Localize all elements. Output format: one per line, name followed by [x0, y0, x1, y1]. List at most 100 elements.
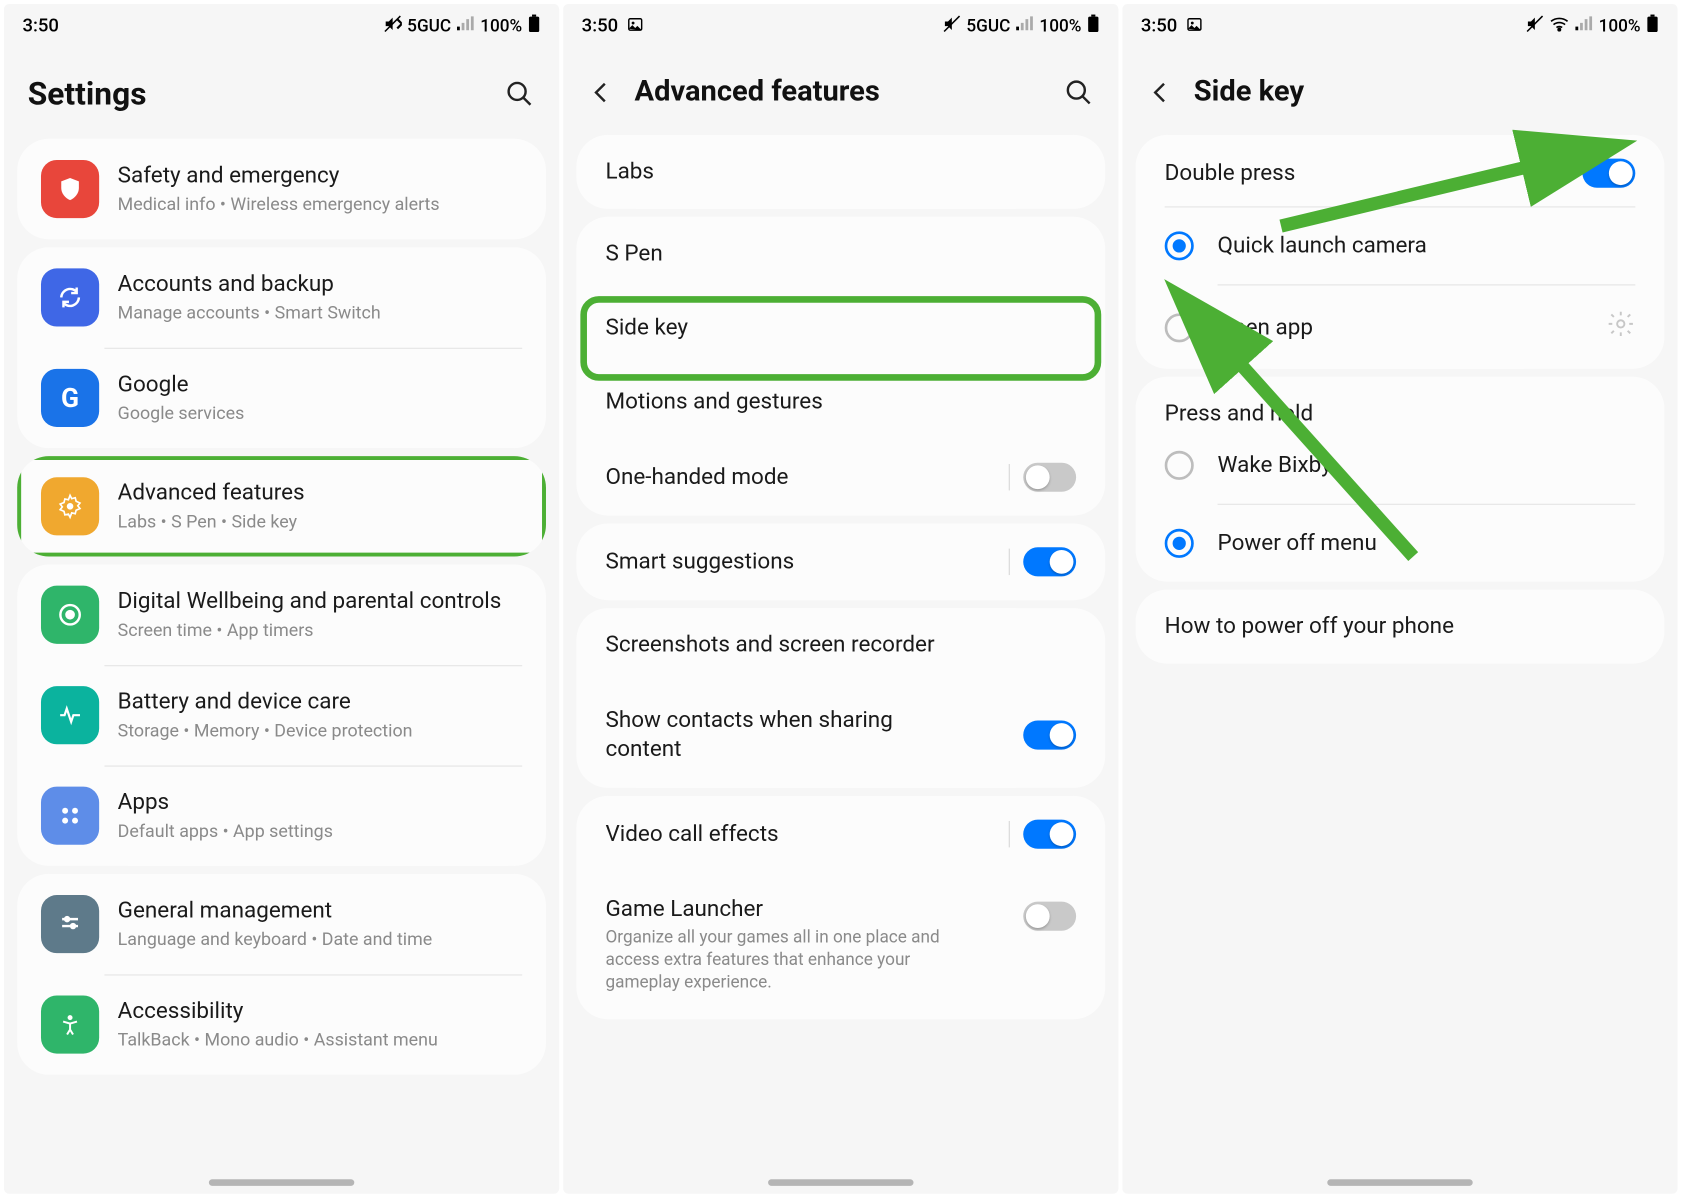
battery-icon: [1087, 15, 1100, 39]
status-time: 3:50: [22, 16, 58, 37]
status-bar: 3:50 5GUC 100%: [4, 4, 559, 49]
option-open-app[interactable]: Open app: [1136, 286, 1665, 369]
item-sub: Google services: [118, 403, 523, 426]
card: Digital Wellbeing and parental controls …: [17, 564, 546, 865]
card: Safety and emergency Medical info • Wire…: [17, 139, 546, 239]
status-right: 100%: [1526, 15, 1659, 39]
option-quick-launch-camera[interactable]: Quick launch camera: [1136, 208, 1665, 285]
google-icon: G: [41, 369, 99, 427]
item-sub: Medical info • Wireless emergency alerts: [118, 194, 523, 217]
item-advanced-features[interactable]: Advanced features Labs • S Pen • Side ke…: [17, 456, 546, 556]
header-label: Double press: [1165, 160, 1296, 186]
radio-power-off[interactable]: [1165, 529, 1194, 558]
mute-icon: [383, 15, 402, 39]
item-sidekey[interactable]: Side key: [576, 291, 1105, 365]
page-title: Side key: [1194, 75, 1654, 108]
status-bar: 3:50 100%: [1122, 4, 1677, 49]
screen-advanced-features: 3:50 5GUC 100% Advanced features Labs S: [563, 4, 1118, 1194]
network-label: 5GUC: [966, 17, 1010, 37]
header: Side key: [1122, 49, 1677, 127]
option-power-off[interactable]: Power off menu: [1136, 505, 1665, 582]
row-label: One-handed mode: [605, 464, 788, 490]
divider: [1009, 821, 1010, 847]
target-icon: [41, 586, 99, 644]
battery-icon: [527, 15, 540, 39]
option-label: Power off menu: [1218, 530, 1377, 556]
card: Video call effects Game Launcher Organiz…: [576, 796, 1105, 1019]
item-google[interactable]: G Google Google services: [17, 348, 546, 448]
item-title: Digital Wellbeing and parental controls: [118, 587, 523, 616]
row-label: Motions and gestures: [605, 389, 822, 415]
divider: [1009, 464, 1010, 490]
row-label: Smart suggestions: [605, 549, 794, 575]
card: Advanced features Labs • S Pen • Side ke…: [17, 456, 546, 556]
double-press-header[interactable]: Double press: [1136, 135, 1665, 198]
item-title: Advanced features: [118, 478, 523, 507]
mute-icon: [1526, 15, 1545, 39]
item-show-contacts[interactable]: Show contacts when sharing content: [576, 682, 1105, 788]
battery-label: 100%: [1039, 17, 1081, 37]
network-label: 5GUC: [407, 17, 451, 37]
search-icon[interactable]: [1063, 76, 1095, 108]
nav-hint: [209, 1179, 354, 1186]
item-battery[interactable]: Battery and device care Storage • Memory…: [17, 665, 546, 765]
item-accessibility[interactable]: Accessibility TalkBack • Mono audio • As…: [17, 974, 546, 1074]
item-video-effects[interactable]: Video call effects: [576, 796, 1105, 873]
item-spen[interactable]: S Pen: [576, 217, 1105, 291]
item-title: General management: [118, 896, 523, 925]
item-motions[interactable]: Motions and gestures: [576, 365, 1105, 439]
card: S Pen Side key Motions and gestures One-…: [576, 217, 1105, 516]
row-label: Video call effects: [605, 821, 778, 847]
item-title: Accessibility: [118, 996, 523, 1025]
item-smart-suggestions[interactable]: Smart suggestions: [576, 524, 1105, 601]
item-safety[interactable]: Safety and emergency Medical info • Wire…: [17, 139, 546, 239]
nav-hint: [768, 1179, 913, 1186]
row-sub: Organize all your games all in one place…: [605, 929, 975, 996]
gear-icon: [41, 477, 99, 535]
toggle-show-contacts[interactable]: [1023, 721, 1076, 750]
header-label: Press and hold: [1165, 401, 1313, 427]
item-onehanded[interactable]: One-handed mode: [576, 439, 1105, 516]
back-button[interactable]: [1146, 77, 1175, 106]
item-title: Safety and emergency: [118, 161, 523, 190]
toggle-video-effects[interactable]: [1023, 820, 1076, 849]
item-title: Battery and device care: [118, 687, 523, 716]
toggle-smart-suggestions[interactable]: [1023, 547, 1076, 576]
toggle-double-press[interactable]: [1582, 159, 1635, 188]
person-icon: [41, 995, 99, 1053]
radio-wake-bixby[interactable]: [1165, 451, 1194, 480]
item-how-to-power-off[interactable]: How to power off your phone: [1136, 590, 1665, 664]
item-title: Google: [118, 370, 523, 399]
screen-sidekey: 3:50 100% Side key Double press: [1122, 4, 1677, 1194]
signal-icon: [1575, 16, 1594, 37]
gear-icon[interactable]: [1606, 309, 1635, 345]
screen-settings: 3:50 5GUC 100% Settings: [4, 4, 559, 1194]
row-label: Game Launcher: [605, 897, 1010, 925]
option-wake-bixby[interactable]: Wake Bixby: [1136, 443, 1665, 504]
item-screenshots[interactable]: Screenshots and screen recorder: [576, 608, 1105, 682]
header: Advanced features: [563, 49, 1118, 127]
toggle-onehanded[interactable]: [1023, 463, 1076, 492]
divider: [1009, 549, 1010, 575]
sync-icon: [41, 268, 99, 326]
radio-quick-launch[interactable]: [1165, 231, 1194, 260]
press-hold-header: Press and hold: [1136, 377, 1665, 443]
status-left: 3:50: [1141, 15, 1203, 37]
double-press-card: Double press Quick launch camera Open ap…: [1136, 135, 1665, 369]
search-icon[interactable]: [504, 78, 536, 110]
back-button[interactable]: [587, 77, 616, 106]
page-title: Advanced features: [635, 75, 1045, 108]
toggle-game-launcher[interactable]: [1023, 902, 1076, 931]
status-time: 3:50: [582, 16, 618, 37]
sliders-icon: [41, 895, 99, 953]
item-apps[interactable]: Apps Default apps • App settings: [17, 765, 546, 865]
item-labs[interactable]: Labs: [576, 135, 1105, 209]
item-wellbeing[interactable]: Digital Wellbeing and parental controls …: [17, 564, 546, 664]
item-general[interactable]: General management Language and keyboard…: [17, 874, 546, 974]
sidekey-content: Double press Quick launch camera Open ap…: [1122, 127, 1677, 1194]
item-accounts[interactable]: Accounts and backup Manage accounts • Sm…: [17, 247, 546, 347]
radio-open-app[interactable]: [1165, 313, 1194, 342]
shield-icon: [41, 160, 99, 218]
status-left: 3:50: [582, 15, 644, 37]
item-game-launcher[interactable]: Game Launcher Organize all your games al…: [576, 873, 1105, 1020]
